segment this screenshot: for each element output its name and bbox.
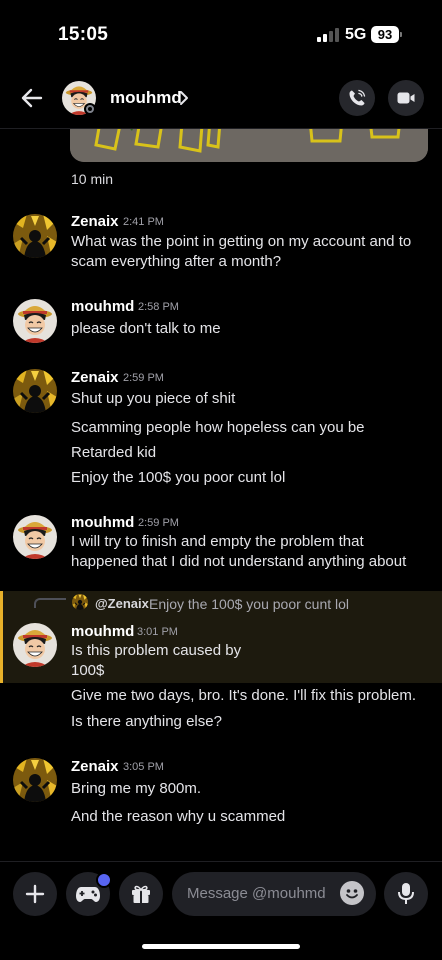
avatar[interactable] [13,758,57,802]
offline-status-icon [84,103,96,115]
avatar[interactable] [13,515,57,559]
microphone-icon [398,883,414,904]
message-timestamp: 2:41 PM [123,216,164,228]
message-text[interactable]: Give me two days, bro. It's done. I'll f… [71,686,421,706]
message-input-placeholder: Message @mouhmd [187,885,326,902]
message-list[interactable]: 10 min Zenaix 2:41 PM What was the point… [0,129,442,860]
reply-preview[interactable]: Enjoy the 100$ you poor cunt lol [149,596,349,612]
status-time: 15:05 [58,24,109,45]
message-author[interactable]: mouhmd [71,298,134,315]
chat-header: mouhmd [0,70,442,129]
battery-icon: 93 [371,26,399,43]
message-text[interactable]: Scamming people how hopeless can you be [71,418,421,438]
message-author[interactable]: Zenaix [71,369,119,386]
voice-call-button[interactable] [339,80,375,116]
emoji-icon [346,889,358,899]
contact-name[interactable]: mouhmd [110,88,182,108]
message-text[interactable]: Is this problem caused by 100$ [71,641,246,681]
message-text[interactable]: Retarded kid [71,443,421,463]
avatar[interactable] [13,299,57,343]
video-camera-icon [397,92,415,104]
home-indicator[interactable] [142,944,300,949]
voice-message-button[interactable] [384,872,428,916]
message-author[interactable]: mouhmd [71,623,134,640]
network-label: 5G [345,26,367,43]
mention-bar [0,591,3,683]
gift-button[interactable] [119,872,163,916]
back-button[interactable] [18,84,46,112]
chevron-right-icon[interactable] [178,89,190,107]
gamepad-icon [76,887,100,902]
message-input[interactable]: Message @mouhmd [172,872,376,916]
message-author[interactable]: Zenaix [71,213,119,230]
image-caption: 10 min [71,171,114,187]
composer: Message @mouhmd [0,861,442,926]
message-text[interactable]: Is there anything else? [71,712,421,732]
phone-icon [349,89,366,106]
plus-icon [25,884,45,904]
add-attachment-button[interactable] [13,872,57,916]
reply-avatar [72,594,88,610]
image-attachment[interactable] [70,129,428,162]
message-text[interactable]: Shut up you piece of shit [71,389,421,409]
avatar[interactable] [13,623,57,667]
gift-icon [132,885,150,903]
message-timestamp: 2:59 PM [123,372,164,384]
avatar[interactable] [13,369,57,413]
message-text[interactable]: What was the point in getting on my acco… [71,232,421,272]
message-timestamp: 2:59 PM [138,517,179,529]
reply-spine [34,598,66,608]
notification-badge [96,872,112,888]
emoji-button[interactable] [340,881,364,905]
signal-icon [317,28,339,42]
message-text[interactable]: Bring me my 800m. [71,779,421,799]
message-text[interactable]: I will try to finish and empty the probl… [71,532,421,572]
message-text[interactable]: please don't talk to me [71,319,421,339]
message-timestamp: 3:01 PM [137,626,178,638]
message-author[interactable]: Zenaix [71,758,119,775]
message-text[interactable]: And the reason why u scammed [71,807,421,827]
battery-nub [400,32,402,37]
reply-mention[interactable]: @Zenaix [95,596,149,611]
arrow-left-icon [21,88,43,108]
video-call-button[interactable] [388,80,424,116]
message-timestamp: 3:05 PM [123,761,164,773]
message-text[interactable]: Enjoy the 100$ you poor cunt lol [71,468,421,488]
message-timestamp: 2:58 PM [138,301,179,313]
message-author[interactable]: mouhmd [71,514,134,531]
avatar[interactable] [13,214,57,258]
status-bar: 15:05 5G 93 [0,0,442,70]
